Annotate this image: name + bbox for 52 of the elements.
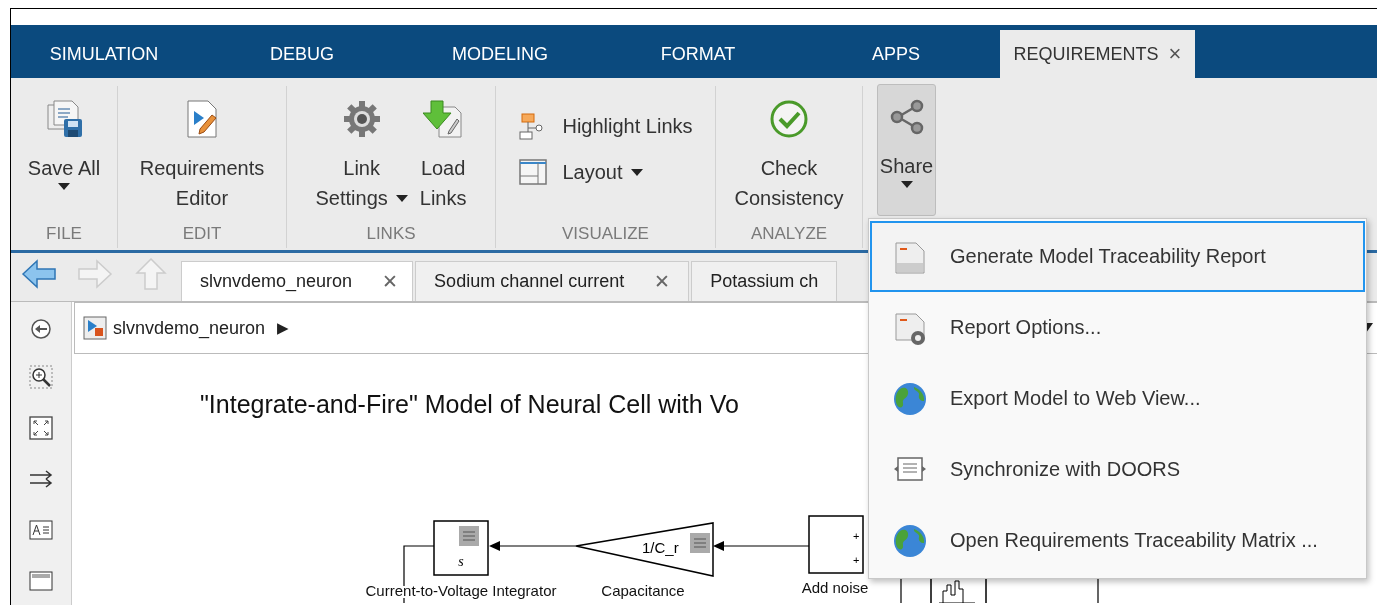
group-label: ANALYZE (749, 223, 829, 245)
block-label: Add noise (801, 579, 869, 596)
sum-block[interactable]: + + (808, 515, 864, 574)
document-tab[interactable]: Potassium ch (691, 261, 838, 301)
menu-item[interactable]: Export Model to Web View... (870, 363, 1365, 434)
gain-block[interactable]: 1/C_r (575, 522, 714, 577)
fit-view-icon[interactable] (28, 415, 54, 441)
ribbon-button[interactable]: Load Links (416, 86, 470, 218)
ribbon-button[interactable]: Requirements Editor (136, 86, 268, 218)
layout-icon (518, 157, 549, 187)
ribbon-tab[interactable]: MODELING (401, 30, 599, 78)
menu-item[interactable]: Open Requirements Traceability Matrix ... (870, 505, 1365, 576)
ribbon-tab[interactable]: FORMAT (599, 30, 797, 78)
download-document-icon (423, 99, 464, 139)
text-block-icon[interactable] (28, 517, 54, 543)
group-label: EDIT (181, 223, 223, 245)
back-circle-icon[interactable] (28, 316, 54, 342)
ribbon-button[interactable]: Link Settings (312, 86, 411, 218)
group-label: LINKS (365, 223, 417, 245)
close-icon[interactable]: ✕ (382, 270, 399, 293)
globe-icon (892, 522, 928, 559)
zoom-icon[interactable] (28, 364, 54, 390)
check-circle-icon (769, 99, 809, 139)
block-label: Capacitance (601, 582, 685, 599)
ribbon-button[interactable]: Layout (510, 154, 651, 190)
group-label: VISUALIZE (561, 223, 650, 245)
ribbon-button[interactable]: Highlight Links (510, 108, 701, 144)
globe-icon (892, 380, 928, 417)
menu-item[interactable]: Synchronize with DOORS (870, 434, 1365, 505)
panel-icon[interactable] (28, 568, 54, 594)
diagram-title: "Integrate-and-Fire" Model of Neural Cell with Vo (200, 390, 739, 418)
ribbon-button[interactable]: Check Consistency (731, 86, 847, 218)
gear-icon (341, 99, 382, 139)
ribbon-button[interactable]: Save All (24, 86, 104, 218)
ribbon-tab[interactable]: DEBUG (203, 30, 401, 78)
breadcrumb-arrow[interactable]: ▶ (277, 319, 290, 337)
document-tab[interactable]: slvnvdemo_neuron ✕ (181, 261, 414, 301)
breadcrumb-item[interactable]: slvnvdemo_neuron (113, 317, 266, 339)
document-tab[interactable]: Sodium channel current ✕ (415, 261, 690, 301)
ribbon-button[interactable]: Share (876, 84, 937, 216)
ribbon-tab[interactable]: SIMULATION (11, 30, 203, 78)
back-arrow-icon[interactable] (21, 258, 57, 290)
ribbon-tab[interactable]: REQUIREMENTS × (1000, 30, 1195, 78)
close-icon[interactable]: ✕ (654, 270, 671, 293)
group-label: FILE (45, 223, 83, 245)
save-icon (44, 99, 84, 139)
ribbon-tab[interactable]: APPS (797, 30, 995, 78)
menu-item[interactable]: Generate Model Traceability Report (870, 221, 1365, 292)
document-badge-icon (459, 526, 479, 546)
document-badge-icon (690, 533, 710, 553)
close-icon[interactable]: × (1168, 41, 1182, 67)
model-icon (83, 316, 107, 340)
